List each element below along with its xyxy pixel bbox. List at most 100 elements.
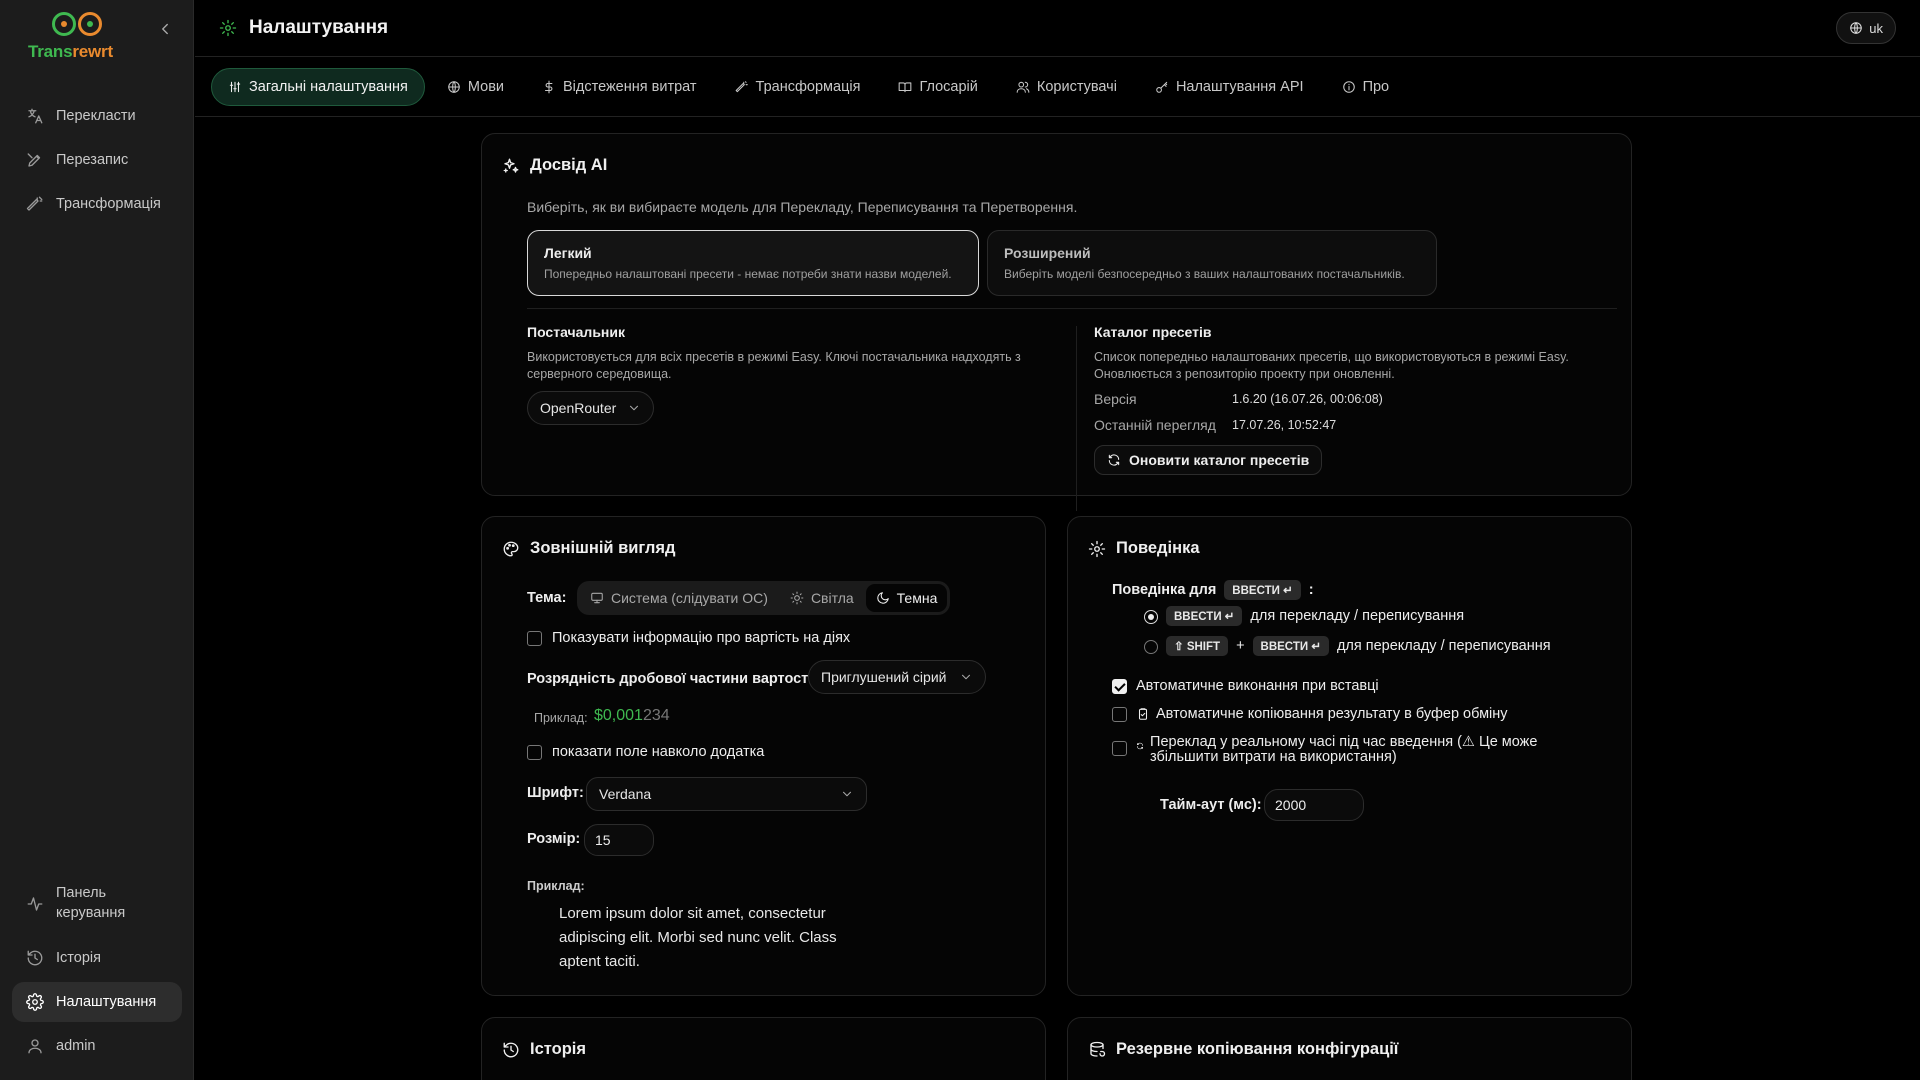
mode-easy-button[interactable]: Легкий Попередньо налаштовані пресети - … [527, 230, 979, 296]
tab-cost-tracking[interactable]: Відстеження витрат [526, 68, 713, 106]
sidebar-item-label: Перезапис [56, 152, 129, 168]
dollar-icon [544, 80, 553, 94]
tab-languages[interactable]: Мови [431, 68, 520, 106]
realtime-checkbox[interactable] [1112, 741, 1127, 756]
timeout-input[interactable]: 2000 [1264, 789, 1364, 821]
auto-run-checkbox[interactable] [1112, 679, 1127, 694]
refresh-icon [1108, 454, 1120, 466]
font-select[interactable]: Verdana [586, 777, 867, 811]
refresh-icon [1137, 742, 1143, 750]
submit-enter-option: ВВЕСТИ ↵ для перекладу / переписування [1166, 606, 1464, 626]
size-label: Розмір: [527, 831, 581, 847]
sidebar-item-settings[interactable]: Налаштування [12, 982, 182, 1022]
language-code: uk [1869, 20, 1883, 36]
provider-select[interactable]: OpenRouter [527, 391, 654, 425]
provider-title: Постачальник [527, 324, 625, 340]
chevron-down-icon [842, 791, 852, 797]
wand-icon [735, 81, 748, 93]
tab-glossary[interactable]: Глосарій [882, 68, 993, 106]
users-icon [1016, 81, 1030, 93]
show-border-checkbox[interactable] [527, 745, 542, 760]
ai-experience-card: Досвід AI Виберіть, як ви вибираєте моде… [481, 133, 1632, 511]
catalog-last-value: 17.07.26, 10:52:47 [1232, 418, 1337, 432]
catalog-version-value: 1.6.20 (16.07.26, 00:06:08) [1232, 392, 1383, 406]
mode-advanced-button[interactable]: Розширений Виберіть моделі безпосередньо… [987, 230, 1437, 296]
enter-key-badge: ВВЕСТИ ↵ [1224, 580, 1301, 600]
tab-general[interactable]: Загальні налаштування [211, 68, 425, 106]
theme-option-system[interactable]: Система (слідувати ОС) [580, 584, 778, 612]
card-title: Резервне копіювання конфігурації [1088, 1040, 1398, 1059]
sidebar-item-transform[interactable]: Трансформація [12, 184, 182, 224]
tab-users[interactable]: Користувачі [1000, 68, 1133, 106]
sidebar-item-label: admin [56, 1038, 96, 1054]
settings-tabs: Загальні налаштування Мови Відстеження в… [195, 58, 1920, 117]
sidebar-item-rewrite[interactable]: Перезапис [12, 140, 182, 180]
cost-example-label: Приклад: [534, 711, 588, 725]
sidebar-item-label: Трансформація [56, 196, 161, 212]
sliders-icon [229, 81, 241, 93]
app-name: Transrewrt [28, 42, 113, 61]
auto-copy-option: Автоматичне копіювання результату в буфе… [1136, 706, 1508, 722]
refresh-catalog-button[interactable]: Оновити каталог пресетів [1094, 445, 1323, 475]
sidebar-item-user[interactable]: admin [12, 1026, 182, 1066]
sidebar-item-translate[interactable]: Перекласти [12, 96, 182, 136]
font-size-input[interactable]: 15 [584, 824, 654, 856]
clipboard-icon [1138, 708, 1148, 720]
cost-example-value: $0,001234 [594, 707, 670, 724]
tab-label: Мови [467, 79, 504, 95]
show-cost-label: Показувати інформацію про вартість на ді… [552, 630, 851, 646]
theme-option-dark[interactable]: Темна [865, 584, 948, 612]
mode-title: Розширений [1004, 245, 1091, 261]
info-icon [1342, 81, 1355, 93]
auto-run-label: Автоматичне виконання при вставці [1136, 678, 1379, 694]
history-icon [27, 950, 43, 966]
tab-label: Відстеження витрат [563, 79, 697, 95]
palette-icon [503, 541, 519, 556]
sidebar: Transrewrt Перекласти Перезапис Трансфор… [0, 0, 194, 1080]
button-label: Оновити каталог пресетів [1129, 452, 1310, 468]
tab-label: Трансформація [755, 79, 861, 95]
tab-label: Загальні налаштування [249, 79, 408, 95]
submit-shift-enter-radio[interactable] [1144, 640, 1158, 654]
tab-about[interactable]: Про [1326, 68, 1406, 106]
auto-copy-label: Автоматичне копіювання результату в буфе… [1156, 706, 1508, 722]
shift-key-badge: ⇧ SHIFT [1166, 636, 1229, 656]
show-cost-checkbox[interactable] [527, 631, 542, 646]
font-value: Verdana [599, 786, 652, 802]
page-header: Налаштування uk [195, 0, 1920, 57]
sparkles-icon [503, 158, 519, 173]
font-label: Шрифт: [527, 785, 584, 801]
mode-title: Легкий [544, 245, 592, 261]
precision-select[interactable]: Приглушений сірий [808, 660, 986, 694]
theme-option-light[interactable]: Світла [780, 584, 864, 612]
sidebar-item-label: Перекласти [56, 108, 136, 124]
sidebar-item-history[interactable]: Історія [12, 938, 182, 978]
card-title: Поведінка [1088, 539, 1200, 558]
tab-api-settings[interactable]: Налаштування API [1139, 68, 1320, 106]
submit-enter-radio[interactable] [1144, 610, 1158, 624]
app-logo[interactable]: Transrewrt [28, 12, 124, 62]
provider-description: Використовується для всіх пресетів в реж… [527, 350, 1021, 381]
option-label: для перекладу / переписування [1336, 638, 1551, 654]
monitor-icon [591, 592, 603, 604]
sidebar-item-dashboard[interactable]: Панель керування [12, 880, 182, 928]
history-card: Історія [481, 1017, 1046, 1080]
sun-icon [790, 591, 804, 605]
backup-card: Резервне копіювання конфігурації [1067, 1017, 1632, 1080]
auto-copy-checkbox[interactable] [1112, 707, 1127, 722]
divider [1076, 326, 1077, 511]
mode-description: Попередньо налаштовані пресети - немає п… [544, 267, 952, 281]
language-switcher[interactable]: uk [1836, 12, 1896, 44]
sidebar-item-label: Налаштування [56, 994, 157, 1010]
behavior-for-row: Поведінка для ВВЕСТИ ↵ : [1112, 580, 1314, 600]
tab-transformation[interactable]: Трансформація [719, 68, 877, 106]
collapse-sidebar-icon[interactable] [156, 20, 174, 38]
chevron-down-icon [629, 405, 639, 411]
realtime-label: Переклад у реальному часі під час введен… [1150, 734, 1538, 765]
book-icon [899, 82, 912, 93]
pen-icon [27, 153, 41, 167]
catalog-description: Список попередньо налаштованих пресетів,… [1094, 350, 1569, 381]
provider-value: OpenRouter [540, 400, 617, 416]
tab-label: Налаштування API [1175, 79, 1304, 95]
moon-icon [876, 592, 889, 604]
